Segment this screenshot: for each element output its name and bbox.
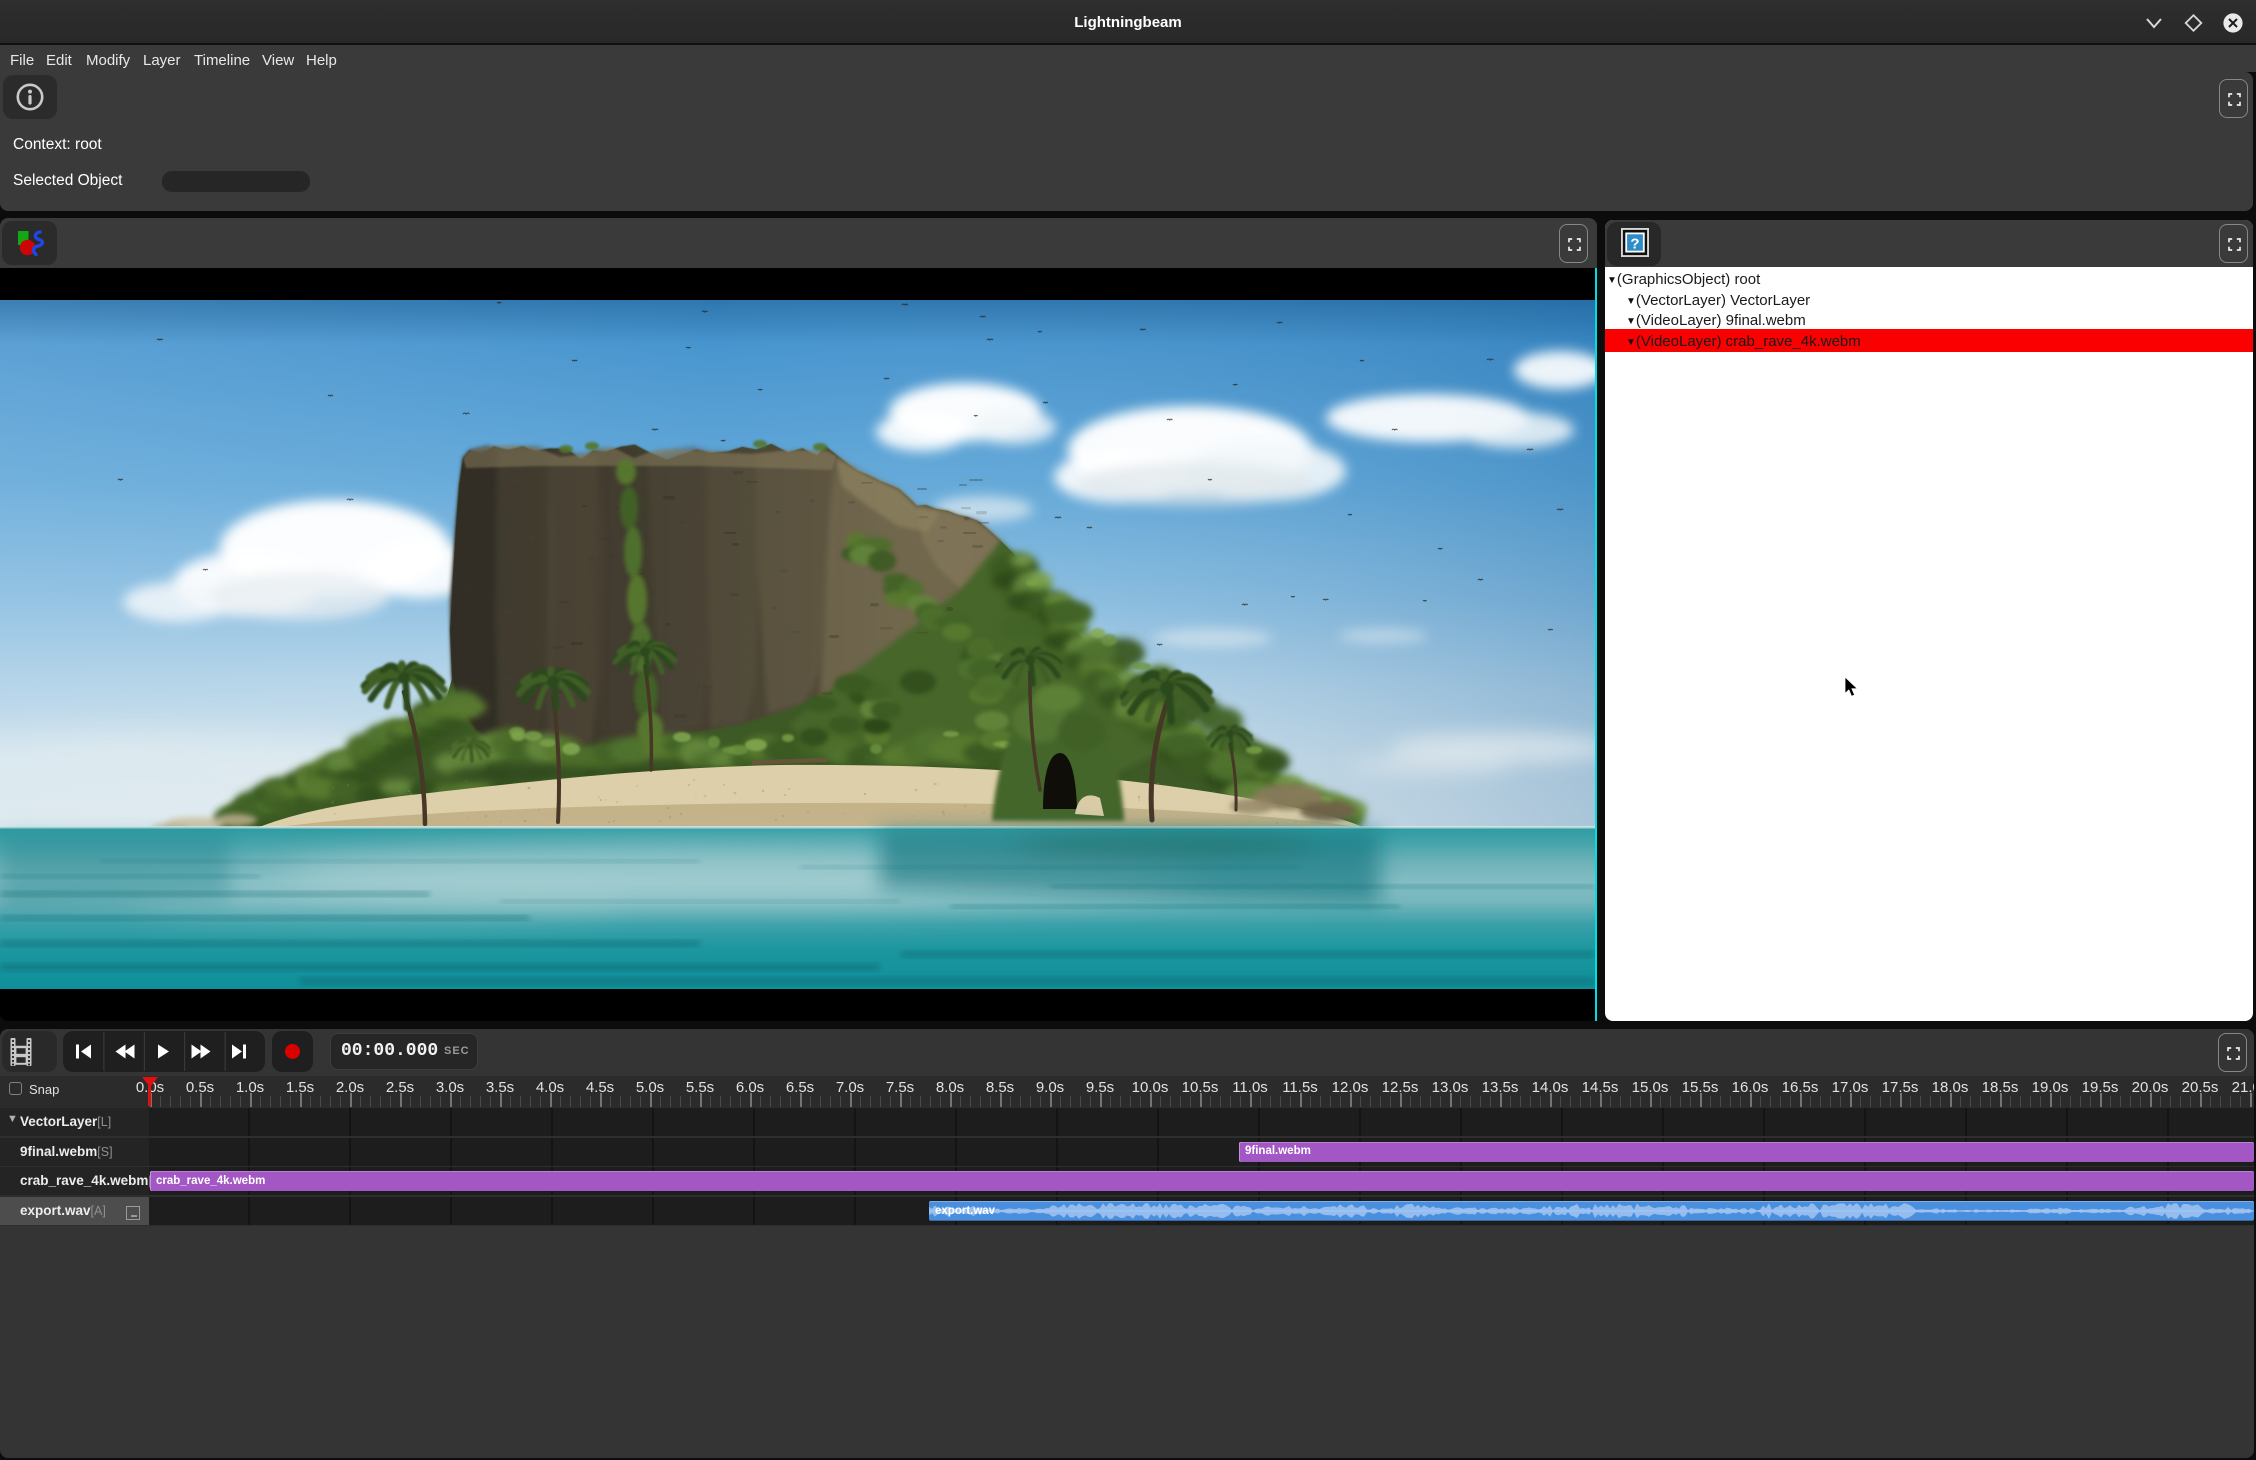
svg-text:?: ?: [1630, 236, 1639, 253]
